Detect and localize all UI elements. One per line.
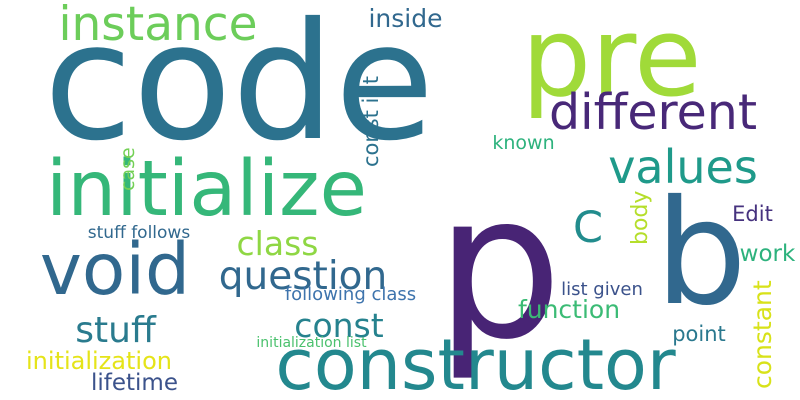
word-constant: constant: [747, 280, 777, 389]
word-case: case: [116, 147, 139, 192]
word-list-given: list given: [561, 278, 643, 300]
word-point: point: [672, 321, 726, 346]
word-stuff-follows: stuff follows: [87, 222, 191, 243]
word-function: function: [517, 294, 621, 324]
word-body: body: [627, 190, 653, 245]
word-inside: inside: [368, 3, 443, 33]
word-known: known: [492, 131, 555, 154]
word-instance: instance: [58, 0, 258, 52]
word-lifetime: lifetime: [91, 369, 178, 396]
word-following-class: following class: [284, 283, 417, 305]
word-values: values: [608, 139, 758, 194]
word-const-int: const int: [358, 76, 383, 168]
word-c: C: [572, 202, 604, 253]
word-class: class: [236, 223, 319, 263]
word-void: void: [39, 228, 191, 311]
word-initialize: initialize: [46, 145, 367, 234]
word-initialization: initialization: [26, 346, 172, 375]
word-initialization-list: initialization list: [256, 334, 367, 351]
word-different: different: [548, 83, 758, 141]
word-cloud: code pre p constructor initialize void b…: [0, 0, 800, 400]
word-stuff: stuff: [75, 309, 156, 351]
word-work: work: [739, 240, 796, 267]
word-edit: Edit: [732, 201, 773, 226]
